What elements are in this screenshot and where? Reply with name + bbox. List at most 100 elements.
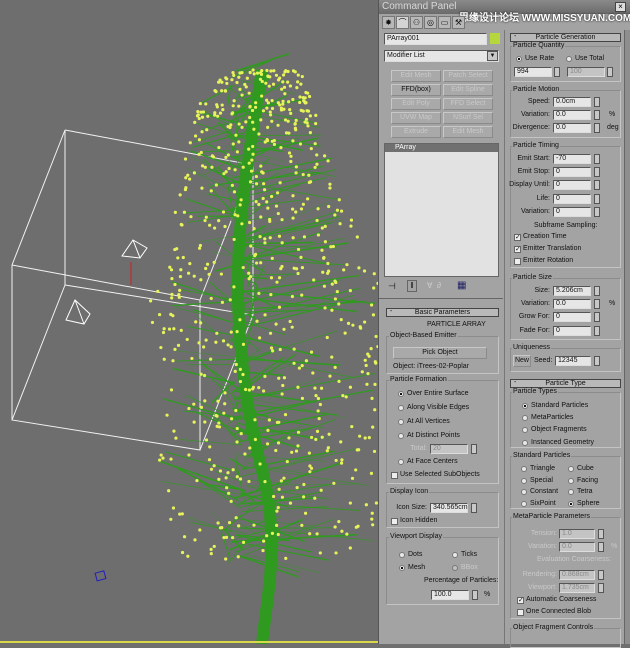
radio-special[interactable]: [521, 478, 527, 484]
radio-at-face-centers[interactable]: [398, 459, 404, 465]
stack-item-parray[interactable]: PArray: [385, 144, 498, 152]
variation-input[interactable]: 0.0: [553, 110, 591, 120]
radio-triangle[interactable]: [521, 466, 527, 472]
modifier-button-uvw-map[interactable]: UVW Map: [391, 112, 441, 124]
fade-for-spinner[interactable]: [594, 326, 600, 336]
divergence-spinner[interactable]: [594, 123, 600, 133]
chevron-down-icon[interactable]: ▼: [487, 51, 498, 61]
speed-input[interactable]: 0.0cm: [553, 97, 591, 107]
radio-instanced-geometry[interactable]: [522, 440, 528, 446]
radio-facing[interactable]: [568, 478, 574, 484]
display-icon[interactable]: ▭: [438, 16, 451, 29]
total-spinner[interactable]: [607, 67, 613, 77]
speed-spinner[interactable]: [594, 97, 600, 107]
size-variation-input[interactable]: 0.0: [553, 299, 591, 309]
radio-over-entire-surface[interactable]: [398, 391, 404, 397]
life-input[interactable]: 0: [553, 194, 591, 204]
radio-object-fragments[interactable]: [522, 427, 528, 433]
modifier-button-ffd-box[interactable]: FFD(box): [391, 84, 441, 96]
rollout-basic-parameters[interactable]: -Basic Parameters: [386, 308, 499, 317]
rate-spinner[interactable]: [554, 67, 560, 77]
radio-at-distinct-points[interactable]: [398, 433, 404, 439]
modifier-button-edit-mesh-2[interactable]: Edit Mesh: [443, 126, 493, 138]
radio-along-visible-edges[interactable]: [398, 405, 404, 411]
icon-hidden-checkbox[interactable]: [391, 518, 398, 525]
percentage-input[interactable]: 100.0: [431, 590, 469, 600]
radio-standard-particles[interactable]: [522, 403, 528, 409]
object-color-swatch[interactable]: [490, 33, 500, 44]
seed-spinner[interactable]: [594, 356, 600, 366]
emit-start-spinner[interactable]: [594, 154, 600, 164]
radio-bbox[interactable]: [452, 565, 458, 571]
viewport-coarseness-input[interactable]: 1.735cm: [559, 583, 595, 593]
use-selected-subobjects-checkbox[interactable]: [391, 472, 398, 479]
meta-variation-input[interactable]: 0.0: [559, 542, 595, 552]
radio-ticks[interactable]: [452, 552, 458, 558]
object-name-input[interactable]: PArray001: [384, 33, 487, 45]
display-until-input[interactable]: 0: [553, 180, 591, 190]
life-spinner[interactable]: [594, 194, 600, 204]
radio-tetra[interactable]: [568, 489, 574, 495]
rendering-input[interactable]: 0.868cm: [559, 570, 595, 580]
emit-start-input[interactable]: -70: [553, 154, 591, 164]
perspective-viewport[interactable]: [0, 0, 378, 644]
radio-constant[interactable]: [521, 489, 527, 495]
radio-use-rate[interactable]: [516, 56, 522, 62]
total-spinner[interactable]: [471, 444, 477, 454]
rate-input[interactable]: 994: [514, 67, 552, 77]
seed-input[interactable]: 12345: [555, 356, 591, 366]
new-seed-button[interactable]: New: [513, 355, 531, 367]
radio-use-total[interactable]: [566, 56, 572, 62]
size-input[interactable]: 5.206cm: [553, 286, 591, 296]
grow-for-input[interactable]: 0: [553, 312, 591, 322]
fade-for-input[interactable]: 0: [553, 326, 591, 336]
radio-metaparticles[interactable]: [522, 415, 528, 421]
size-spinner[interactable]: [594, 286, 600, 296]
modifier-button-edit-spline[interactable]: Edit Spline: [443, 84, 493, 96]
motion-icon[interactable]: ◎: [424, 16, 437, 29]
rollout-particle-type[interactable]: -Particle Type: [510, 379, 621, 388]
variation-spinner[interactable]: [594, 110, 600, 120]
icon-size-spinner[interactable]: [471, 503, 477, 513]
emitter-rotation-checkbox[interactable]: [514, 258, 521, 265]
show-end-result-icon[interactable]: ‖: [407, 280, 417, 292]
radio-cube[interactable]: [568, 466, 574, 472]
rollout-particle-generation[interactable]: -Particle Generation: [510, 33, 621, 42]
tension-input[interactable]: 1.0: [559, 529, 595, 539]
automatic-coarseness-checkbox[interactable]: ✓: [517, 597, 524, 604]
radio-sphere[interactable]: [568, 501, 574, 507]
modifier-stack[interactable]: PArray: [384, 143, 499, 277]
icon-size-input[interactable]: 340.565cm: [430, 503, 468, 513]
meta-variation-spinner[interactable]: [598, 542, 604, 552]
rendering-spinner[interactable]: [598, 570, 604, 580]
pick-object-button[interactable]: Pick Object: [393, 347, 487, 359]
emit-stop-input[interactable]: 0: [553, 167, 591, 177]
divergence-input[interactable]: 0.0: [553, 123, 591, 133]
emitter-translation-checkbox[interactable]: ✓: [514, 246, 521, 253]
modifier-button-patch-select[interactable]: Patch Select: [443, 70, 493, 82]
modify-icon[interactable]: ⌒: [396, 16, 409, 29]
display-until-spinner[interactable]: [594, 180, 600, 190]
total-input[interactable]: 20: [430, 444, 468, 454]
emit-stop-spinner[interactable]: [594, 167, 600, 177]
create-icon[interactable]: ✸: [382, 16, 395, 29]
modifier-button-extrude[interactable]: Extrude: [391, 126, 441, 138]
panel-scrollbar[interactable]: [624, 30, 630, 644]
radio-dots[interactable]: [399, 552, 405, 558]
modifier-list-dropdown[interactable]: Modifier List: [384, 50, 499, 62]
make-unique-icon[interactable]: ∀: [427, 281, 432, 290]
pin-stack-icon[interactable]: ⊣: [388, 281, 396, 292]
total-input[interactable]: 100: [567, 67, 605, 77]
creation-time-checkbox[interactable]: ✓: [514, 234, 521, 241]
configure-modifier-sets-icon[interactable]: ▦: [457, 280, 466, 291]
radio-mesh[interactable]: [399, 565, 405, 571]
percentage-spinner[interactable]: [472, 590, 478, 600]
life-variation-spinner[interactable]: [594, 207, 600, 217]
viewport-coarseness-spinner[interactable]: [598, 583, 604, 593]
grow-for-spinner[interactable]: [594, 312, 600, 322]
remove-modifier-icon[interactable]: ∂: [437, 281, 441, 290]
modifier-button-nsurf-sel[interactable]: NSurf Sel: [443, 112, 493, 124]
radio-at-all-vertices[interactable]: [398, 419, 404, 425]
radio-sixpoint[interactable]: [521, 501, 527, 507]
modifier-button-edit-poly[interactable]: Edit Poly: [391, 98, 441, 110]
